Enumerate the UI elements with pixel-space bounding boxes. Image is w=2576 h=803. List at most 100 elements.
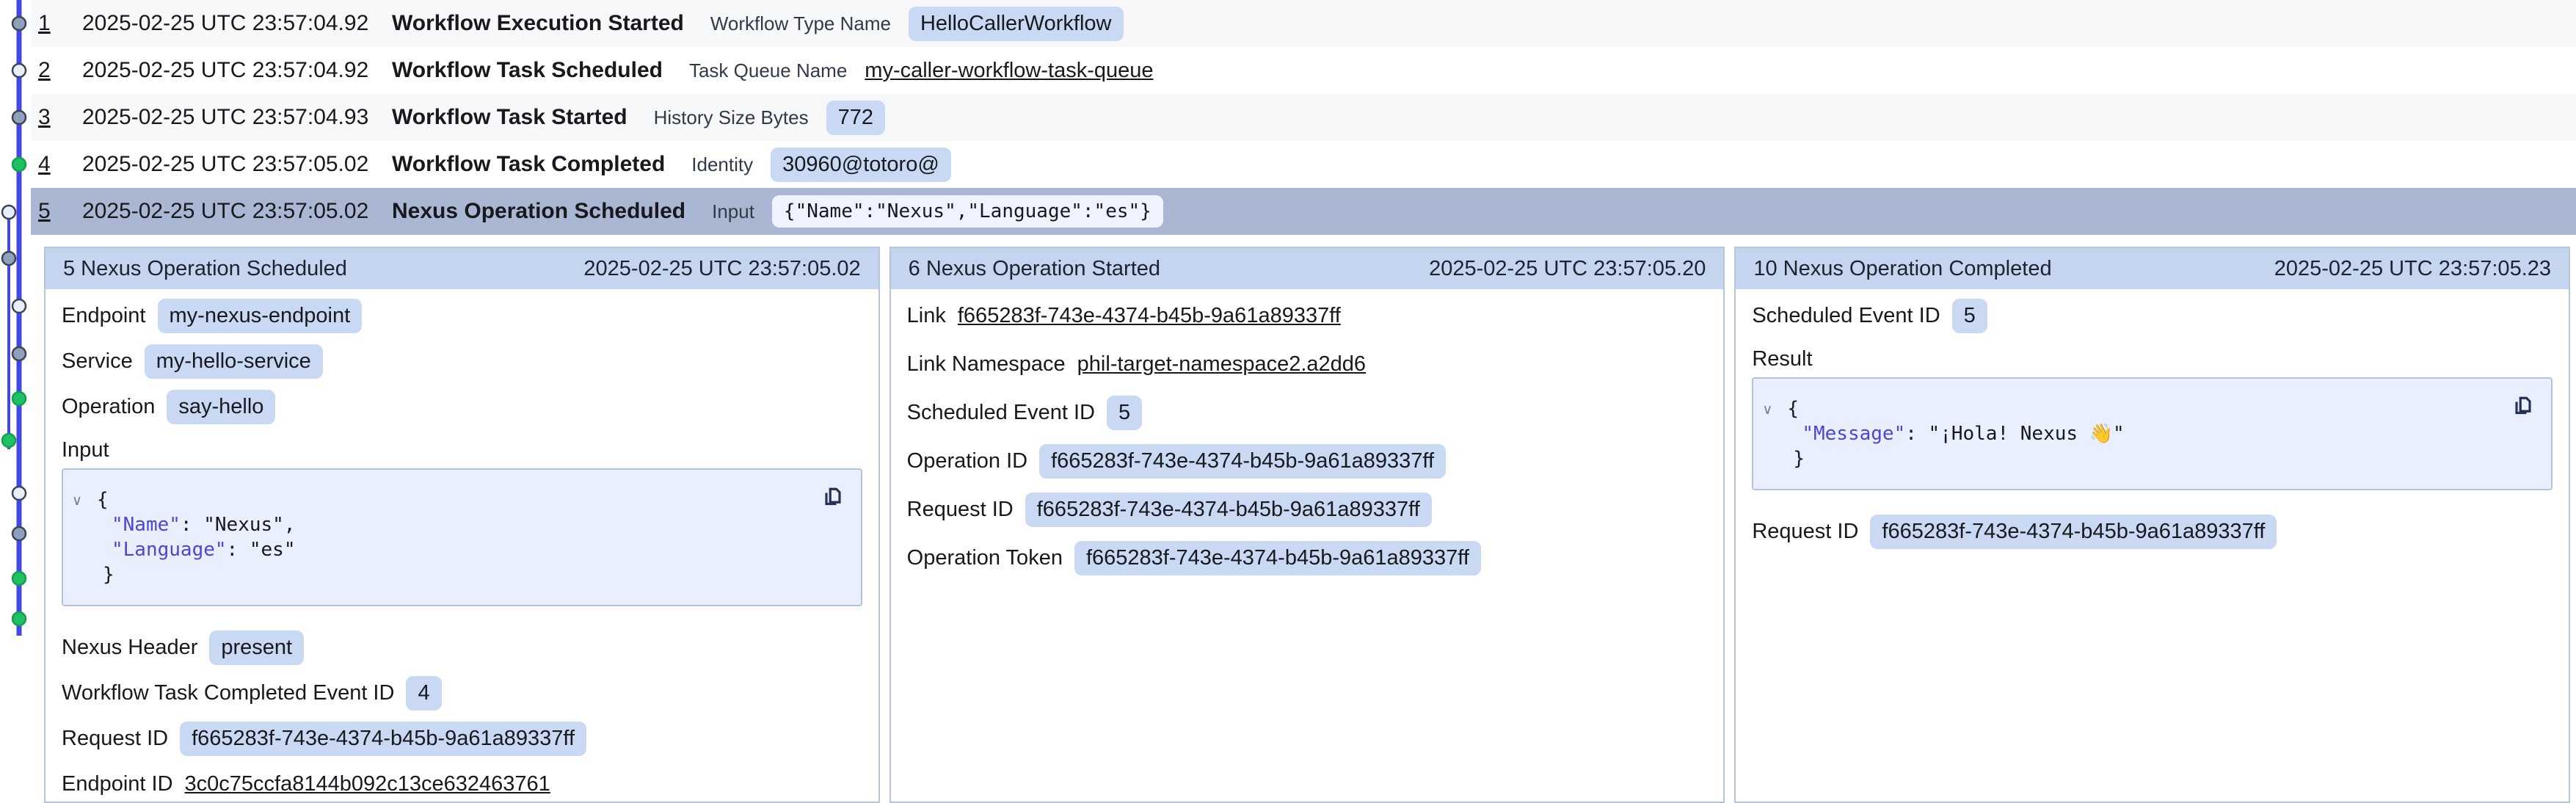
event-attribute-value-badge: 772 (826, 101, 885, 135)
event-row[interactable]: 22025-02-25 UTC 23:57:04.92Workflow Task… (31, 47, 2576, 94)
event-detail-panel: 6 Nexus Operation Started2025-02-25 UTC … (889, 247, 1725, 803)
json-text: } (103, 564, 114, 586)
event-timestamp: 2025-02-25 UTC 23:57:05.02 (82, 152, 373, 177)
json-text: : "¡Hola! Nexus 👋" (1905, 423, 2124, 445)
event-number-link[interactable]: 3 (38, 105, 57, 130)
event-attribute-value-link[interactable]: my-caller-workflow-task-queue (865, 59, 1153, 82)
event-attribute-label: Workflow Type Name (710, 12, 891, 35)
timeline-node-green[interactable] (12, 572, 26, 585)
timeline-node-green[interactable] (12, 612, 26, 625)
field-label: Service (62, 349, 133, 374)
field-row: Request ID f665283f-743e-4374-b45b-9a61a8… (62, 722, 862, 755)
field-value-badge: f665283f-743e-4374-b45b-9a61a89337ff (180, 722, 586, 756)
field-row: Link f665283f-743e-4374-b45b-9a61a89337ff (907, 299, 1708, 332)
field-label: Endpoint ID (62, 772, 173, 796)
collapse-chevron-icon[interactable]: ∨ (1762, 398, 1772, 423)
field-label: Scheduled Event ID (1752, 304, 1940, 328)
event-number-link[interactable]: 5 (38, 199, 57, 224)
field-label: Link (907, 304, 946, 328)
timeline-node-green[interactable] (12, 392, 26, 405)
field-value-badge: my-nexus-endpoint (158, 299, 363, 333)
field-label: Endpoint (62, 304, 146, 328)
event-row[interactable]: 5 2025-02-25 UTC 23:57:05.02 Nexus Operati… (31, 188, 2576, 235)
json-line: "Message": "¡Hola! Nexus 👋" (1768, 421, 2536, 446)
field-value-badge: 4 (406, 676, 441, 711)
timeline-node-gray[interactable] (12, 111, 26, 124)
event-row[interactable]: 32025-02-25 UTC 23:57:04.93Workflow Task… (31, 94, 2576, 141)
field-label: Workflow Task Completed Event ID (62, 681, 394, 705)
field-row: Operation Token f665283f-743e-4374-b45b-9… (907, 542, 1708, 574)
copy-button[interactable] (2510, 392, 2536, 418)
event-timestamp: 2025-02-25 UTC 23:57:05.02 (82, 199, 373, 224)
panel-title: 6 Nexus Operation Started (909, 257, 1160, 281)
field-row: Scheduled Event ID5 (907, 396, 1708, 429)
timeline-node-pale[interactable] (12, 487, 26, 500)
collapse-chevron-icon[interactable]: ∨ (72, 489, 82, 514)
field-value-link[interactable]: f665283f-743e-4374-b45b-9a61a89337ff (958, 304, 1341, 328)
field-label: Result (1752, 346, 2553, 371)
timeline-node-green[interactable] (12, 158, 26, 171)
json-line: } (1768, 446, 2536, 471)
event-row[interactable]: 4 2025-02-25 UTC 23:57:05.02 Workflow Task… (31, 141, 2576, 188)
field-row: Scheduled Event ID 5 (1752, 299, 2553, 332)
event-name: Nexus Operation Scheduled (392, 199, 685, 224)
event-number-link[interactable]: 2 (38, 58, 57, 83)
event-attribute-value: HelloCallerWorkflow (909, 7, 1124, 41)
event-attribute-value-badge: {"Name":"Nexus","Language":"es"} (772, 195, 1163, 228)
timeline-node-pale[interactable] (12, 299, 26, 313)
field-row: Workflow Task Completed Event ID 4 (62, 677, 862, 709)
timeline-node-pale[interactable] (2, 206, 15, 219)
field-value-badge: f665283f-743e-4374-b45b-9a61a89337ff (1039, 444, 1446, 479)
field-value-badge: f665283f-743e-4374-b45b-9a61a89337ff (1025, 493, 1432, 527)
field-value-badge: 5 (1107, 396, 1142, 430)
field-value-link[interactable]: 3c0c75ccfa8144b092c13ce632463761 (185, 772, 550, 796)
event-timestamp: 2025-02-25 UTC 23:57:04.93 (82, 105, 373, 130)
event-attribute-value-badge: 30960@totoro@ (771, 148, 951, 182)
json-line: ∨{ (1768, 396, 2536, 421)
copy-icon (820, 483, 846, 509)
event-name: Workflow Task Completed (392, 152, 665, 177)
field-row: Nexus Headerpresent (62, 631, 862, 664)
panel-title: 5 Nexus Operation Scheduled (63, 257, 347, 281)
copy-icon (2510, 392, 2536, 418)
field-label: Request ID (62, 727, 168, 751)
field-row: Operation IDf665283f-743e-4374-b45b-9a61… (907, 445, 1708, 477)
json-key: "Message" (1802, 423, 1905, 445)
event-number-link[interactable]: 1 (38, 11, 57, 36)
panel-body: Link f665283f-743e-4374-b45b-9a61a89337ff… (891, 299, 1724, 574)
event-attribute-label: Task Queue Name (689, 59, 847, 82)
event-name: Workflow Task Scheduled (392, 58, 663, 83)
field-row: Request ID f665283f-743e-4374-b45b-9a61a8… (1752, 515, 2553, 548)
timeline-node-gray[interactable] (2, 252, 15, 265)
panel-timestamp: 2025-02-25 UTC 23:57:05.02 (583, 257, 860, 281)
field-value-badge: f665283f-743e-4374-b45b-9a61a89337ff (1074, 541, 1481, 575)
event-attribute-value-badge: HelloCallerWorkflow (909, 7, 1124, 41)
code-block: ∨{"Name": "Nexus","Language": "es"} (62, 468, 862, 606)
timeline-node-pale[interactable] (12, 64, 26, 77)
event-attribute-value: my-caller-workflow-task-queue (865, 59, 1153, 83)
field-label: Request ID (1752, 520, 1858, 544)
event-attribute-label: Identity (691, 153, 753, 176)
copy-button[interactable] (820, 483, 846, 509)
event-number-link[interactable]: 4 (38, 152, 57, 177)
field-value-badge: 5 (1952, 299, 1987, 333)
event-attribute-label: History Size Bytes (654, 106, 809, 129)
json-line: "Language": "es" (78, 537, 846, 562)
field-label: Operation Token (907, 546, 1063, 570)
timeline-node-gray[interactable] (12, 347, 26, 360)
field-row: Request IDf665283f-743e-4374-b45b-9a61a8… (907, 493, 1708, 526)
field-label: Nexus Header (62, 636, 197, 660)
field-value-badge: f665283f-743e-4374-b45b-9a61a89337ff (1870, 515, 2277, 549)
json-text: { (97, 489, 109, 511)
panel-header: 6 Nexus Operation Started2025-02-25 UTC … (891, 248, 1724, 289)
timeline-node-gray[interactable] (12, 527, 26, 540)
panel-timestamp: 2025-02-25 UTC 23:57:05.23 (2274, 257, 2551, 281)
panel-body: Endpointmy-nexus-endpointServicemy-hello… (46, 299, 878, 800)
timeline-node-gray[interactable] (12, 17, 26, 30)
event-history-list: 12025-02-25 UTC 23:57:04.92Workflow Exec… (31, 0, 2576, 235)
event-timestamp: 2025-02-25 UTC 23:57:04.92 (82, 11, 373, 36)
field-value-link[interactable]: phil-target-namespace2.a2dd6 (1077, 352, 1366, 377)
field-label: Input (62, 437, 862, 462)
event-row[interactable]: 12025-02-25 UTC 23:57:04.92Workflow Exec… (31, 0, 2576, 47)
timeline-node-green[interactable] (2, 434, 15, 447)
